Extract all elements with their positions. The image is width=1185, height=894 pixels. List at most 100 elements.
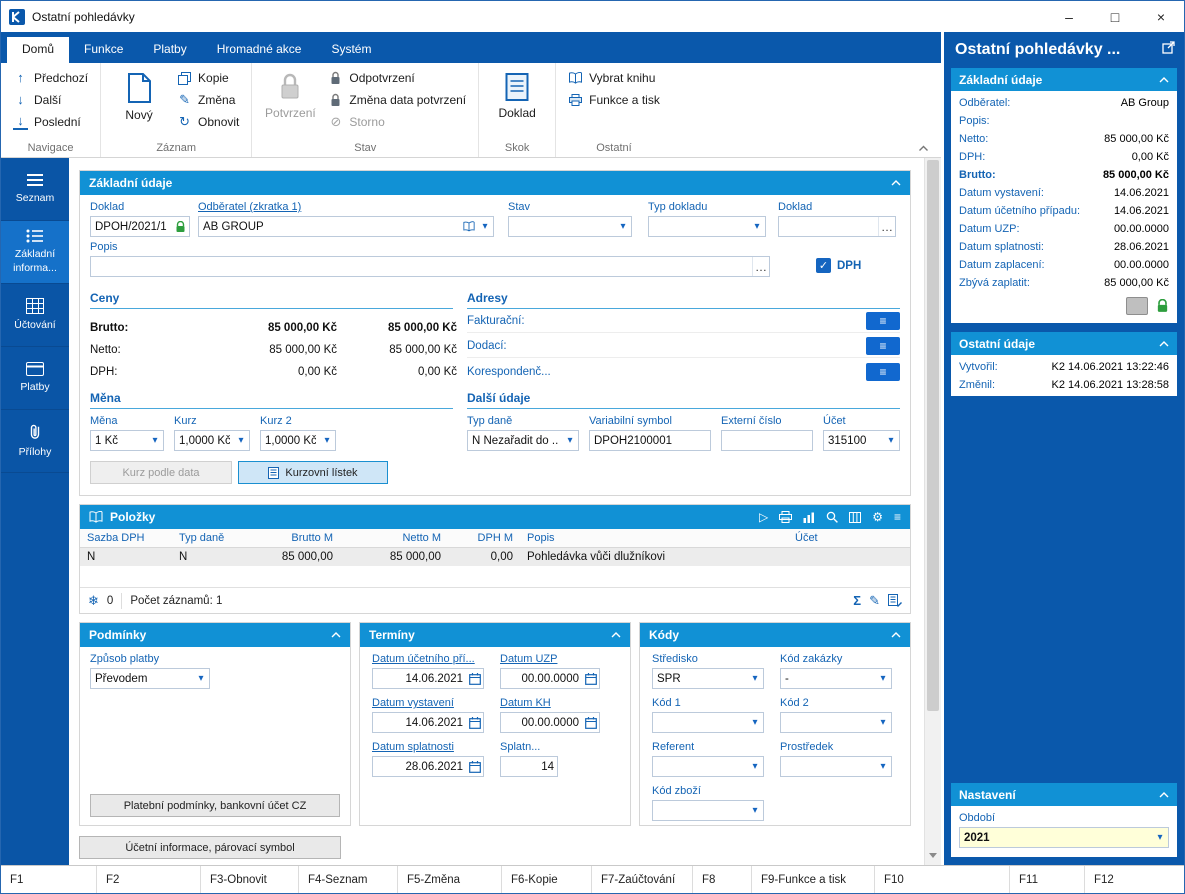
kod-zakazky-field[interactable]: ▾ — [780, 668, 892, 689]
dropdown-icon[interactable]: ▾ — [319, 431, 335, 450]
kurz-field[interactable]: ▾ — [174, 430, 250, 451]
detail-header-nastaveni[interactable]: Nastavení — [951, 783, 1177, 806]
datum-uzp-input[interactable] — [501, 673, 582, 685]
doklad-button[interactable]: Doklad — [485, 67, 549, 122]
dropdown-icon[interactable]: ▾ — [875, 669, 891, 688]
statusbar-f11[interactable]: F11 — [1010, 866, 1085, 893]
typ-dokladu-field[interactable]: ▾ — [648, 216, 766, 237]
kod1-field[interactable]: ▾ — [652, 712, 764, 733]
collapse-chevron-icon[interactable] — [611, 632, 621, 638]
novy-button[interactable]: Nový — [107, 67, 171, 124]
kod2-input[interactable] — [781, 717, 875, 729]
scrollbar-down-arrow[interactable] — [925, 848, 941, 863]
kod-zbozi-field[interactable]: ▾ — [652, 800, 764, 821]
zpusob-platby-input[interactable] — [91, 673, 193, 685]
stredisko-field[interactable]: ▾ — [652, 668, 764, 689]
edit-grid-icon[interactable] — [888, 594, 902, 607]
prostredek-field[interactable]: ▾ — [780, 756, 892, 777]
vertical-scrollbar[interactable] — [924, 158, 941, 865]
dropdown-icon[interactable]: ▾ — [875, 757, 891, 776]
column-header-ucet[interactable]: Účet — [788, 529, 910, 547]
statusbar-f1[interactable]: F1 — [1, 866, 97, 893]
odberatel-input[interactable] — [199, 221, 460, 233]
statusbar-f10[interactable]: F10 — [875, 866, 1010, 893]
polozky-table-row[interactable]: N N 85 000,00 85 000,00 0,00 Pohledávka … — [80, 548, 910, 566]
typ-dane-input[interactable] — [468, 435, 562, 447]
scrollbar-thumb[interactable] — [927, 160, 939, 711]
calendar-icon[interactable] — [582, 669, 599, 688]
popis-input[interactable] — [91, 261, 752, 273]
kod-zakazky-input[interactable] — [781, 673, 875, 685]
statusbar-f6-kopie[interactable]: F6-Kopie — [502, 866, 592, 893]
search-icon[interactable] — [826, 511, 838, 523]
column-header-popis[interactable]: Popis — [520, 529, 788, 547]
datum-ucetniho-pripadu-input[interactable] — [373, 673, 466, 685]
popis-field[interactable]: … — [90, 256, 770, 277]
datum-vystaveni-input[interactable] — [373, 717, 466, 729]
externi-cislo-input[interactable] — [722, 435, 812, 447]
posledni-button[interactable]: ↓ Poslední — [7, 111, 94, 133]
calendar-icon[interactable] — [466, 713, 483, 732]
dropdown-icon[interactable]: ▾ — [747, 669, 763, 688]
statusbar-f3-obnovit[interactable]: F3-Obnovit — [201, 866, 299, 893]
tab-system[interactable]: Systém — [316, 37, 386, 63]
kurz-podle-data-button[interactable]: Kurz podle data — [90, 461, 232, 484]
print-icon[interactable] — [779, 511, 792, 523]
typ-dokladu-input[interactable] — [649, 221, 749, 233]
dropdown-icon[interactable]: ▾ — [477, 217, 493, 236]
stredisko-input[interactable] — [653, 673, 747, 685]
kod1-input[interactable] — [653, 717, 747, 729]
referent-input[interactable] — [653, 761, 747, 773]
maximize-button[interactable]: □ — [1092, 1, 1138, 32]
sidebar-item-uctovani[interactable]: Účtování — [1, 284, 69, 347]
calendar-icon[interactable] — [582, 713, 599, 732]
sidebar-item-platby[interactable]: Platby — [1, 347, 69, 410]
kod-zbozi-input[interactable] — [653, 805, 747, 817]
datum-splatnosti-field[interactable] — [372, 756, 484, 777]
popout-icon[interactable] — [1162, 41, 1175, 54]
detail-header-zakladni-udaje[interactable]: Základní údaje — [951, 68, 1177, 91]
typ-dane-field[interactable]: ▾ — [467, 430, 579, 451]
ellipsis-button[interactable]: … — [878, 217, 895, 236]
column-header-brutto-m[interactable]: Brutto M — [232, 529, 340, 547]
dph-checkbox[interactable]: ✓ — [816, 258, 831, 273]
doklad-field[interactable] — [90, 216, 190, 237]
dropdown-icon[interactable]: ▾ — [883, 431, 899, 450]
obdobi-field[interactable]: ▾ — [959, 827, 1169, 848]
odberatel-field[interactable]: ▾ — [198, 216, 494, 237]
mena-field[interactable]: ▾ — [90, 430, 164, 451]
splatnost-field[interactable] — [500, 756, 558, 777]
zmena-data-potvrzeni-button[interactable]: Změna data potvrzení — [322, 89, 472, 111]
dropdown-icon[interactable]: ▾ — [749, 217, 765, 236]
dropdown-icon[interactable]: ▾ — [747, 713, 763, 732]
obdobi-input[interactable] — [960, 832, 1152, 844]
dropdown-icon[interactable]: ▾ — [747, 801, 763, 820]
settings-gear-icon[interactable]: ⚙ — [872, 511, 883, 523]
collapse-chevron-icon[interactable] — [1159, 77, 1169, 83]
datum-kh-field[interactable] — [500, 712, 600, 733]
dodaci-menu-button[interactable]: ≡ — [866, 337, 900, 355]
column-header-typ-dane[interactable]: Typ daně — [172, 529, 232, 547]
statusbar-f4-seznam[interactable]: F4-Seznam — [299, 866, 398, 893]
dropdown-icon[interactable]: ▾ — [562, 431, 578, 450]
ribbon-collapse-icon[interactable] — [918, 145, 929, 152]
datum-kh-label[interactable]: Datum KH — [500, 697, 600, 709]
ucetni-informace-button[interactable]: Účetní informace, párovací symbol — [79, 836, 341, 859]
collapse-chevron-icon[interactable] — [1159, 341, 1169, 347]
collapse-chevron-icon[interactable] — [891, 632, 901, 638]
dropdown-icon[interactable]: ▾ — [193, 669, 209, 688]
prostredek-input[interactable] — [781, 761, 875, 773]
korespondencni-menu-button[interactable]: ≡ — [866, 363, 900, 381]
kopie-button[interactable]: Kopie — [171, 67, 245, 89]
doklad2-input[interactable] — [779, 221, 878, 233]
sidebar-item-prilohy[interactable]: Přílohy — [1, 410, 69, 473]
datum-kh-input[interactable] — [501, 717, 582, 729]
odpotvrzeni-button[interactable]: Odpotvrzení — [322, 67, 472, 89]
variabilni-symbol-field[interactable] — [589, 430, 711, 451]
collapse-chevron-icon[interactable] — [891, 180, 901, 186]
datum-ucetniho-pripadu-field[interactable] — [372, 668, 484, 689]
statusbar-f7-zauctovani[interactable]: F7-Zaúčtování — [592, 866, 693, 893]
datum-splatnosti-label[interactable]: Datum splatnosti — [372, 741, 484, 753]
dropdown-icon[interactable]: ▾ — [615, 217, 631, 236]
zpusob-platby-field[interactable]: ▾ — [90, 668, 210, 689]
